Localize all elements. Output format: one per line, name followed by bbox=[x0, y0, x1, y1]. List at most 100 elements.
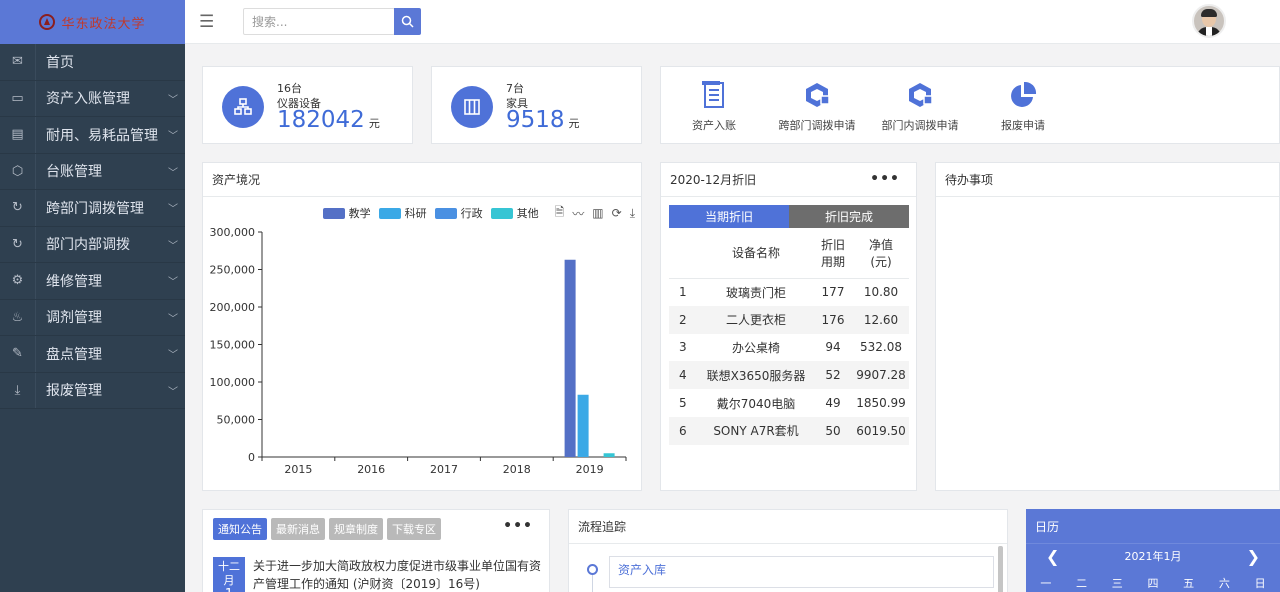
row-name: SONY A7R套机 bbox=[699, 416, 813, 445]
sidebar-item-8[interactable]: ✎ 盘点管理 ﹀ bbox=[0, 336, 185, 373]
x-tick-label: 2015 bbox=[284, 463, 312, 476]
x-tick-label: 2018 bbox=[503, 463, 531, 476]
sidebar-item-7[interactable]: ♨ 调剂管理 ﹀ bbox=[0, 299, 185, 336]
depreciation-table: 设备名称 折旧 用期 净值 (元) 1 玻璃责门柜 177 10.80 2 二人更衣柜 176 1… bbox=[669, 228, 909, 445]
university-logo[interactable]: 华东政法大学 bbox=[0, 0, 185, 44]
sidebar-item-0[interactable]: ✉ 首页 bbox=[0, 44, 185, 81]
sidebar-item-label: 盘点管理 bbox=[46, 346, 102, 363]
row-index: 2 bbox=[669, 305, 699, 334]
row-period: 176 bbox=[813, 305, 853, 334]
quick-action-scrap-request[interactable]: 报废申请 bbox=[973, 81, 1073, 133]
quick-action-cross-dept-transfer[interactable]: 跨部门调拨申请 bbox=[767, 81, 867, 133]
bar-教学-2019[interactable] bbox=[564, 259, 576, 457]
more-icon[interactable]: ••• bbox=[870, 171, 900, 187]
calendar-title: 日历 bbox=[1026, 509, 1280, 544]
flow-step-dot-icon bbox=[587, 564, 598, 575]
y-tick-label: 100,000 bbox=[210, 376, 256, 389]
monitor-icon: ▭ bbox=[0, 80, 36, 116]
sidebar-item-label: 报废管理 bbox=[46, 383, 102, 400]
chevron-down-icon: ﹀ bbox=[168, 313, 178, 325]
sidebar-item-2[interactable]: ▤ 耐用、易耗品管理 ﹀ bbox=[0, 117, 185, 154]
weekday-label: 六 bbox=[1218, 577, 1230, 590]
sidebar-item-5[interactable]: ↻ 部门内部调拨 ﹀ bbox=[0, 226, 185, 263]
sidebar-item-9[interactable]: ⤓ 报废管理 ﹀ bbox=[0, 372, 185, 409]
notice-link[interactable]: 关于进一步加大简政放权力度促进市级事业单位国有资产管理工作的通知 (沪财资〔20… bbox=[253, 557, 543, 592]
notice-tab-0[interactable]: 通知公告 bbox=[213, 518, 267, 540]
row-period: 177 bbox=[821, 285, 845, 300]
notice-month: 十二月 bbox=[218, 560, 240, 587]
notice-tab-3[interactable]: 下载专区 bbox=[387, 518, 441, 540]
tab-current-depreciation[interactable]: 当期折旧 bbox=[669, 205, 789, 228]
table-row[interactable]: 6 SONY A7R套机 50 6019.50 bbox=[669, 416, 909, 445]
row-net: 6019.50 bbox=[853, 416, 909, 445]
weekday-label: 日 bbox=[1254, 577, 1266, 590]
user-avatar[interactable] bbox=[1192, 4, 1226, 38]
search-input[interactable]: 搜索... bbox=[243, 8, 395, 35]
table-row[interactable]: 5 戴尔7040电脑 49 1850.99 bbox=[669, 389, 909, 417]
weekday-label: 一 bbox=[1040, 577, 1052, 590]
stat-count: 7台 bbox=[506, 82, 524, 95]
assets-chart-card: 资产境况 教学 科研 行政 其他 🗎 〰 ▥ ⟳ ⤓ 0 50,000 100,000 15… bbox=[202, 162, 642, 491]
refresh-icon: ↻ bbox=[0, 190, 36, 226]
row-period: 49 bbox=[825, 396, 841, 411]
row-period: 52 bbox=[813, 361, 853, 390]
col-period-header: 折旧 用期 bbox=[813, 228, 853, 279]
row-name: 戴尔7040电脑 bbox=[716, 396, 796, 411]
home-icon: ✉ bbox=[0, 44, 36, 80]
flow-tracking-card: 流程追踪 资产入库 bbox=[568, 509, 1008, 592]
y-tick-label: 300,000 bbox=[210, 226, 256, 239]
box-icon: ▤ bbox=[0, 117, 36, 153]
gear-icon: ⚙ bbox=[0, 263, 36, 299]
transfer-icon bbox=[802, 81, 832, 111]
cube-icon: ⬡ bbox=[0, 153, 36, 189]
download-icon: ⤓ bbox=[0, 372, 36, 408]
menu-toggle-icon[interactable]: ☰ bbox=[199, 12, 214, 32]
row-net: 532.08 bbox=[860, 340, 902, 355]
row-index: 1 bbox=[679, 285, 687, 300]
y-tick-label: 250,000 bbox=[210, 264, 256, 277]
next-month-icon[interactable]: ❯ bbox=[1247, 547, 1260, 566]
stat-value-number: 9518 bbox=[506, 107, 565, 133]
flow-step[interactable]: 资产入库 bbox=[609, 556, 994, 588]
sidebar-item-label: 跨部门调拨管理 bbox=[46, 200, 144, 217]
quick-action-internal-transfer[interactable]: 部门内调拨申请 bbox=[870, 81, 970, 133]
row-name: 二人更衣柜 bbox=[699, 305, 813, 334]
instrument-icon bbox=[222, 86, 264, 128]
scrollbar[interactable] bbox=[998, 546, 1003, 592]
table-row[interactable]: 1 玻璃责门柜 177 10.80 bbox=[669, 278, 909, 306]
sidebar-item-1[interactable]: ▭ 资产入账管理 ﹀ bbox=[0, 80, 185, 117]
sidebar-item-label: 资产入账管理 bbox=[46, 91, 130, 108]
stat-card-instruments: 16台 仪器设备 182042 元 bbox=[202, 66, 413, 144]
x-tick-label: 2017 bbox=[430, 463, 458, 476]
more-icon[interactable]: ••• bbox=[503, 518, 533, 534]
prev-month-icon[interactable]: ❮ bbox=[1046, 547, 1059, 566]
notices-card: 通知公告最新消息规章制度下载专区 ••• 十二月 1 关于进一步加大简政放权力度… bbox=[202, 509, 550, 592]
refresh-icon: ↻ bbox=[0, 226, 36, 262]
bar-科研-2019[interactable] bbox=[577, 394, 589, 457]
sidebar-item-6[interactable]: ⚙ 维修管理 ﹀ bbox=[0, 263, 185, 300]
quick-action-label: 报废申请 bbox=[1001, 119, 1045, 132]
row-net: 9907.28 bbox=[853, 361, 909, 390]
quick-actions-card: 资产入账 跨部门调拨申请 部门内调拨申请 报废申请 bbox=[660, 66, 1280, 144]
table-row[interactable]: 2 二人更衣柜 176 12.60 bbox=[669, 305, 909, 334]
notice-tab-2[interactable]: 规章制度 bbox=[329, 518, 383, 540]
table-row[interactable]: 4 联想X3650服务器 52 9907.28 bbox=[669, 361, 909, 390]
row-index: 5 bbox=[679, 396, 687, 411]
y-tick-label: 0 bbox=[248, 451, 255, 464]
weekday-label: 四 bbox=[1147, 577, 1159, 590]
stat-unit: 元 bbox=[568, 117, 580, 130]
sidebar-item-3[interactable]: ⬡ 台账管理 ﹀ bbox=[0, 153, 185, 190]
sidebar-item-4[interactable]: ↻ 跨部门调拨管理 ﹀ bbox=[0, 190, 185, 227]
tab-depreciation-complete[interactable]: 折旧完成 bbox=[789, 205, 909, 228]
row-period: 50 bbox=[813, 416, 853, 445]
depreciation-card: 2020-12月折旧 ••• 当期折旧 折旧完成 设备名称 折旧 用期 净值 (元)… bbox=[660, 162, 917, 491]
y-tick-label: 50,000 bbox=[217, 414, 256, 427]
quick-action-asset-entry[interactable]: 资产入账 bbox=[664, 81, 764, 133]
table-row[interactable]: 3 办公桌椅 94 532.08 bbox=[669, 334, 909, 362]
search-button[interactable] bbox=[394, 8, 421, 35]
depreciation-tabs: 当期折旧 折旧完成 bbox=[669, 205, 909, 228]
row-period: 94 bbox=[825, 340, 841, 355]
bar-其他-2019[interactable] bbox=[603, 453, 615, 457]
weekday-label: 五 bbox=[1183, 577, 1195, 590]
notice-tab-1[interactable]: 最新消息 bbox=[271, 518, 325, 540]
